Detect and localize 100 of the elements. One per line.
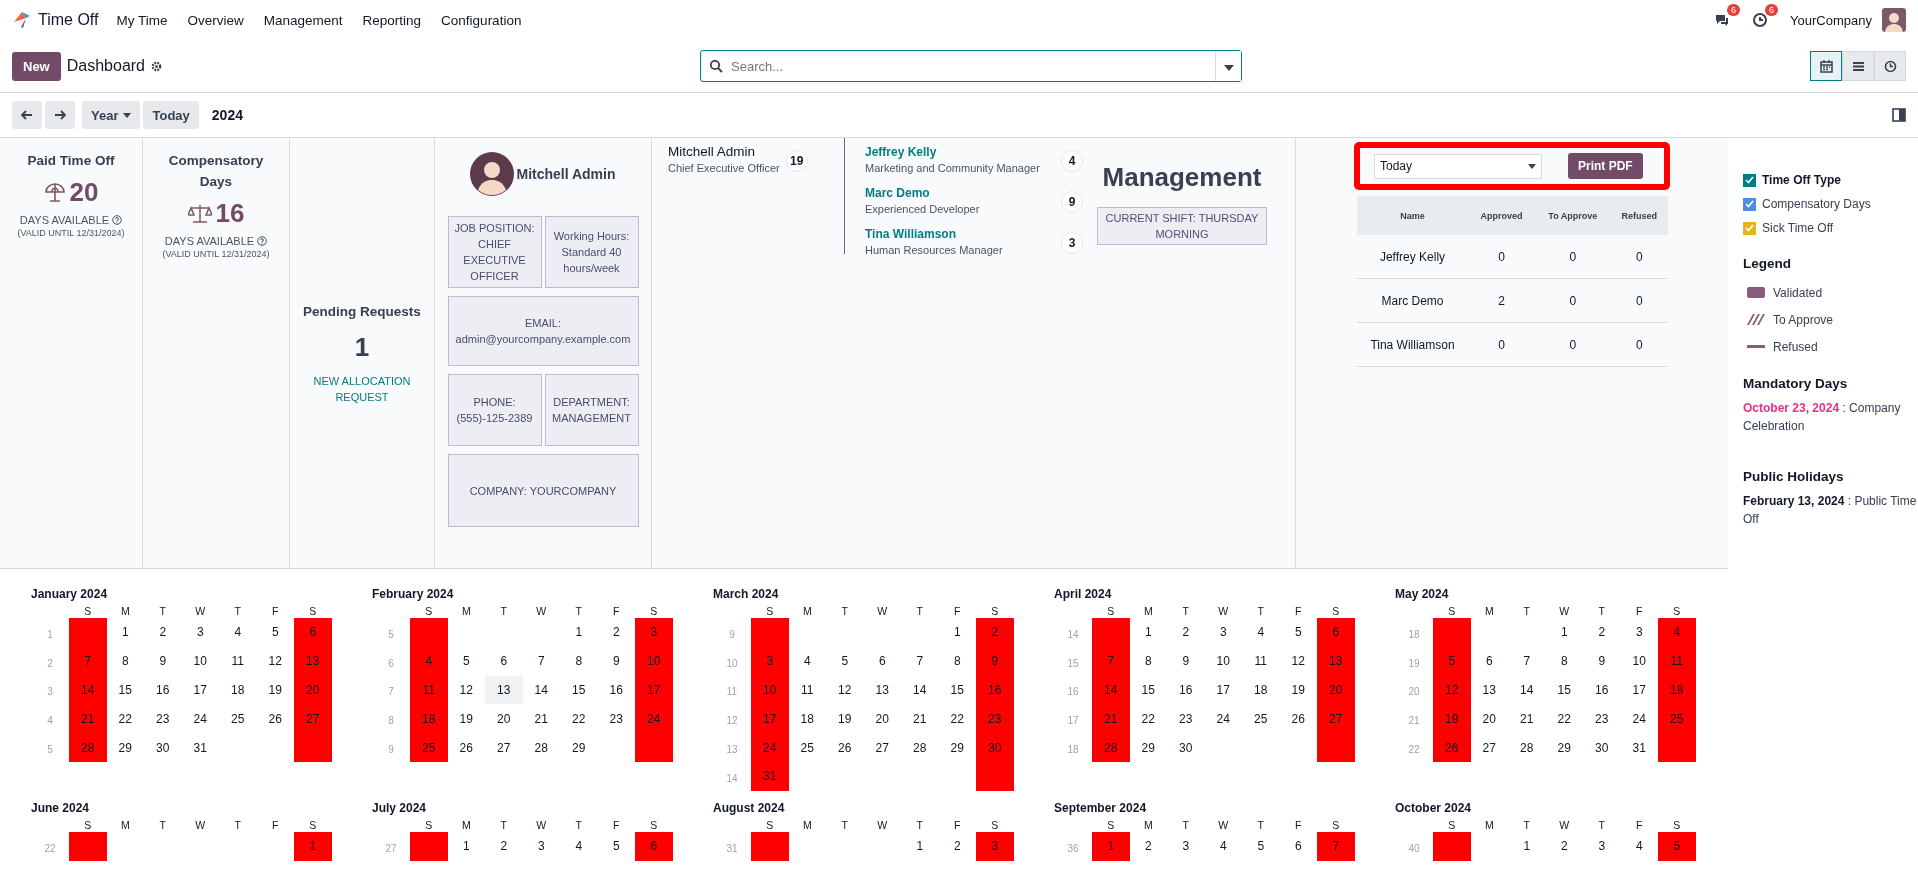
calendar-day[interactable]: 11 — [788, 675, 826, 705]
calendar-day[interactable]: 3 — [1620, 618, 1658, 647]
calendar-day[interactable]: 20 — [1317, 675, 1355, 705]
calendar-day[interactable]: 13 — [1470, 675, 1508, 705]
calendar-day[interactable]: 18 — [1242, 675, 1280, 705]
calendar-day[interactable]: 17 — [635, 675, 673, 705]
calendar-day[interactable]: 2 — [1129, 831, 1167, 861]
calendar-day[interactable]: 2 — [1545, 831, 1583, 861]
calendar-day[interactable]: 29 — [1545, 733, 1583, 762]
calendar-day[interactable]: 15 — [1129, 675, 1167, 705]
period-select[interactable]: Today — [1374, 153, 1542, 179]
calendar-day[interactable]: 29 — [560, 733, 598, 762]
menu-item[interactable]: Reporting — [362, 12, 422, 28]
calendar-day[interactable]: 10 — [181, 646, 219, 676]
calendar-day[interactable]: 21 — [522, 704, 560, 734]
calendar-day[interactable]: 12 — [1433, 675, 1471, 705]
calendar-day[interactable]: 2 — [938, 831, 976, 861]
calendar-day[interactable]: 5 — [1658, 831, 1696, 861]
calendar-day[interactable]: 12 — [256, 646, 294, 676]
calendar-day[interactable]: 7 — [901, 646, 939, 676]
calendar-day[interactable]: 5 — [1242, 831, 1280, 861]
menu-item[interactable]: Configuration — [441, 12, 522, 28]
calendar-day[interactable]: 4 — [1620, 831, 1658, 861]
calendar-day[interactable]: 14 — [1092, 675, 1130, 705]
calendar-day[interactable]: 3 — [1167, 831, 1205, 861]
help-icon[interactable] — [257, 236, 268, 246]
calendar-day[interactable]: 9 — [976, 646, 1014, 676]
calendar-day[interactable]: 9 — [1167, 646, 1205, 676]
calendar-day[interactable]: 6 — [635, 831, 673, 861]
checkbox[interactable] — [1743, 221, 1756, 235]
calendar-day[interactable]: 3 — [181, 618, 219, 647]
calendar-day[interactable]: 21 — [901, 704, 939, 734]
calendar-day[interactable]: 25 — [219, 704, 257, 734]
calendar-day[interactable]: 1 — [1092, 831, 1130, 861]
calendar-day[interactable]: 17 — [181, 675, 219, 705]
calendar-day[interactable]: 11 — [219, 646, 257, 676]
calendar-day[interactable]: 11 — [410, 675, 448, 705]
company-switcher[interactable]: YourCompany — [1790, 12, 1872, 28]
calendar-day[interactable]: 19 — [1433, 704, 1471, 734]
calendar-day[interactable]: 15 — [106, 675, 144, 705]
calendar-day[interactable]: 9 — [597, 646, 635, 676]
calendar-day[interactable]: 5 — [256, 618, 294, 647]
calendar-day[interactable]: 23 — [1583, 704, 1621, 734]
calendar-day[interactable]: 16 — [1583, 675, 1621, 705]
calendar-day[interactable]: 29 — [106, 733, 144, 762]
calendar-day[interactable]: 25 — [1242, 704, 1280, 734]
calendar-day[interactable]: 27 — [1470, 733, 1508, 762]
calendar-day[interactable]: 1 — [1545, 618, 1583, 647]
calendar-day[interactable]: 13 — [863, 675, 901, 705]
calendar-day[interactable]: 11 — [1242, 646, 1280, 676]
menu-item[interactable]: Management — [263, 12, 343, 28]
new-button[interactable]: New — [12, 51, 61, 81]
calendar-day[interactable]: 11 — [1658, 646, 1696, 676]
calendar-day[interactable]: 18 — [410, 704, 448, 734]
calendar-day[interactable]: 31 — [1620, 733, 1658, 762]
calendar-day[interactable]: 8 — [938, 646, 976, 676]
calendar-day[interactable]: 3 — [751, 646, 789, 676]
calendar-day[interactable]: 26 — [1433, 733, 1471, 762]
calendar-day[interactable]: 25 — [1658, 704, 1696, 734]
calendar-day[interactable]: 6 — [485, 646, 523, 676]
calendar-day[interactable]: 28 — [522, 733, 560, 762]
calendar-day[interactable]: 13 — [294, 646, 332, 676]
calendar-day[interactable]: 16 — [1167, 675, 1205, 705]
calendar-day[interactable]: 7 — [1317, 831, 1355, 861]
checkbox[interactable] — [1743, 197, 1756, 211]
calendar-day[interactable]: 23 — [1167, 704, 1205, 734]
calendar-day[interactable]: 25 — [788, 733, 826, 762]
chat-icon[interactable] — [1714, 12, 1731, 28]
search-field[interactable]: Search... — [729, 57, 1207, 75]
calendar-day[interactable]: 6 — [863, 646, 901, 676]
calendar-day[interactable]: 14 — [522, 675, 560, 705]
calendar-day[interactable]: 24 — [181, 704, 219, 734]
calendar-day[interactable]: 26 — [447, 733, 485, 762]
calendar-day[interactable]: 5 — [1433, 646, 1471, 676]
gear-icon[interactable] — [151, 60, 162, 72]
help-icon[interactable] — [112, 215, 123, 225]
calendar-day[interactable]: 10 — [1204, 646, 1242, 676]
scale-dropdown[interactable]: Year — [82, 101, 141, 129]
calendar-day[interactable]: 23 — [976, 704, 1014, 734]
employee-link[interactable]: Marc Demo — [865, 186, 930, 200]
calendar-day[interactable]: 4 — [1204, 831, 1242, 861]
calendar-day[interactable]: 4 — [788, 646, 826, 676]
calendar-day[interactable]: 19 — [256, 675, 294, 705]
calendar-day[interactable]: 15 — [938, 675, 976, 705]
calendar-day[interactable]: 1 — [1508, 831, 1546, 861]
calendar-day[interactable]: 1 — [106, 618, 144, 647]
calendar-day[interactable]: 12 — [826, 675, 864, 705]
calendar-day[interactable]: 14 — [901, 675, 939, 705]
calendar-day[interactable]: 19 — [447, 704, 485, 734]
calendar-day[interactable]: 13 — [1317, 646, 1355, 676]
calendar-day[interactable]: 12 — [1279, 646, 1317, 676]
search-bar[interactable]: Search... — [700, 50, 1242, 82]
calendar-day[interactable]: 19 — [1279, 675, 1317, 705]
calendar-day[interactable]: 22 — [560, 704, 598, 734]
calendar-day[interactable]: 15 — [1545, 675, 1583, 705]
calendar-day[interactable]: 2 — [1167, 618, 1205, 647]
calendar-day[interactable]: 8 — [106, 646, 144, 676]
previous-button[interactable] — [12, 101, 42, 129]
calendar-day[interactable]: 6 — [294, 618, 332, 647]
calendar-day[interactable]: 3 — [1204, 618, 1242, 647]
